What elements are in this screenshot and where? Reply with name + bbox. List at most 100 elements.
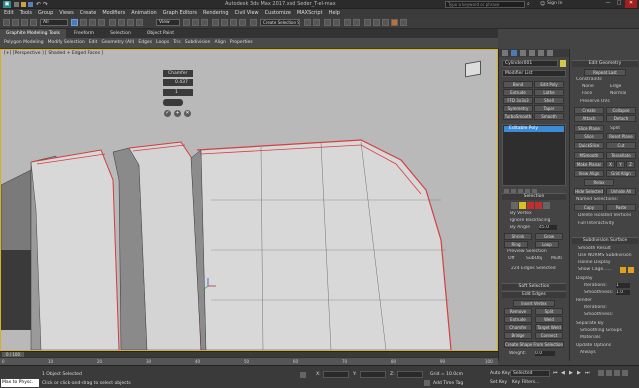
model-geometry[interactable] — [1, 50, 498, 351]
vertex-mode-icon[interactable] — [511, 202, 518, 209]
constraint-edge-radio[interactable]: Edge — [610, 84, 621, 89]
edit-poly-button[interactable]: Edit Poly — [534, 81, 564, 88]
turbosmooth-button[interactable]: TurboSmooth — [503, 113, 533, 120]
previous-frame-icon[interactable]: ◀ — [561, 370, 565, 376]
create-tab-icon[interactable] — [502, 50, 508, 56]
bend-button[interactable]: Bend — [503, 81, 533, 88]
panel-edges[interactable]: Edges — [138, 38, 152, 48]
grow-button[interactable]: Grow — [535, 233, 563, 240]
app-logo-icon[interactable]: ▣ — [3, 1, 11, 8]
soft-selection-rollout-header[interactable]: Soft Selection — [502, 283, 566, 290]
taper-button[interactable]: Taper — [534, 105, 564, 112]
key-filters-button[interactable]: Key Filters... — [512, 380, 539, 385]
time-tag-icon[interactable] — [424, 380, 430, 386]
panel-tris[interactable]: Tris — [173, 38, 181, 48]
full-interactivity-checkbox[interactable]: Full Interactivity — [578, 221, 614, 226]
cage-color-swatch-1[interactable] — [620, 267, 626, 273]
unhide-all-button[interactable]: Unhide All — [606, 188, 636, 195]
smooth-button[interactable]: Smooth — [534, 113, 564, 120]
slice-plane-button[interactable]: Slice Plane — [574, 125, 604, 132]
ring-button[interactable]: Ring — [504, 241, 528, 248]
planar-y-button[interactable]: Y — [616, 161, 625, 168]
undo-tool-icon[interactable] — [3, 19, 10, 26]
save-icon[interactable] — [28, 2, 33, 7]
collapse-button[interactable]: Collapse — [606, 107, 636, 114]
bind-icon[interactable] — [30, 19, 37, 26]
add-time-tag[interactable]: Add Time Tag — [433, 381, 463, 386]
apply-icon[interactable]: + — [174, 110, 181, 117]
rotate-icon[interactable] — [118, 19, 125, 26]
chamfer-amount-field[interactable]: 0.437 — [163, 79, 193, 86]
keyboard-shortcut-icon[interactable] — [201, 19, 208, 26]
orbit-icon[interactable] — [614, 370, 620, 376]
material-editor-icon[interactable] — [364, 19, 371, 26]
detach-button[interactable]: Detach — [606, 115, 636, 122]
reset-plane-button[interactable]: Reset Plane — [606, 133, 636, 140]
view-align-button[interactable]: View Align — [574, 170, 604, 177]
link-icon[interactable] — [12, 19, 19, 26]
tab-selection[interactable]: Selection — [102, 29, 139, 38]
cage-color-swatch-2[interactable] — [628, 267, 634, 273]
track-bar[interactable]: 0 10 20 30 40 50 60 70 80 90 100 — [0, 357, 498, 365]
ignore-backfacing-checkbox[interactable]: Ignore Backfacing — [510, 218, 550, 223]
utilities-tab-icon[interactable] — [547, 50, 553, 56]
show-cage-checkbox[interactable]: Show Cage...... — [578, 267, 612, 272]
ok-icon[interactable]: ✓ — [164, 110, 171, 117]
next-frame-icon[interactable]: ▶ — [577, 370, 581, 376]
set-key-button[interactable]: Set Key — [490, 380, 507, 385]
selection-rollout-header[interactable]: Selection — [502, 193, 566, 200]
panel-modify-selection[interactable]: Modify Selection — [48, 38, 85, 48]
object-color-swatch[interactable] — [560, 60, 566, 67]
curve-editor-icon[interactable] — [344, 19, 351, 26]
tab-freeform[interactable]: Freeform — [66, 29, 102, 38]
z-field[interactable] — [397, 371, 423, 378]
smoothing-groups-checkbox[interactable]: Smoothing Groups — [580, 328, 622, 333]
open-icon[interactable] — [21, 2, 26, 7]
iterations-field[interactable]: 1 — [616, 283, 630, 288]
by-vertex-checkbox[interactable]: By Vertex — [510, 211, 532, 216]
viewcube-icon[interactable] — [465, 60, 481, 78]
menu-modifiers[interactable]: Modifiers — [102, 9, 125, 17]
panel-geometry-all[interactable]: Geometry (All) — [101, 38, 134, 48]
menu-rendering[interactable]: Rendering — [203, 9, 229, 17]
schematic-view-icon[interactable] — [353, 19, 360, 26]
edit-geometry-rollout-header[interactable]: Edit Geometry — [572, 60, 638, 67]
angle-field[interactable]: 45.0 — [539, 225, 557, 230]
copy-button[interactable]: Copy — [574, 204, 604, 211]
modifier-list-dropdown[interactable]: Modifier List — [502, 70, 566, 77]
rendered-frame-icon[interactable] — [382, 19, 389, 26]
place-icon[interactable] — [136, 19, 143, 26]
reference-coordinate-dropdown[interactable]: View — [156, 19, 180, 26]
menu-customize[interactable]: Customize — [265, 9, 291, 17]
pivot-icon[interactable] — [183, 19, 190, 26]
extrude-mod-button[interactable]: Extrude — [503, 89, 533, 96]
loop-button[interactable]: Loop — [535, 241, 559, 248]
close-button[interactable]: ✕ — [625, 0, 637, 8]
chamfer-segments-field[interactable]: 1 — [163, 89, 193, 96]
panel-properties[interactable]: Properties — [230, 38, 253, 48]
by-angle-checkbox[interactable]: By Angle — [510, 225, 530, 230]
paste-button[interactable]: Paste — [606, 204, 636, 211]
repeat-last-button[interactable]: Repeat Last — [584, 69, 626, 76]
panel-edit[interactable]: Edit — [89, 38, 98, 48]
weight-field[interactable]: 0.0 — [535, 351, 555, 356]
polygon-mode-icon[interactable] — [535, 202, 542, 209]
chamfer-button[interactable]: Chamfer — [504, 324, 532, 331]
mirror-icon[interactable] — [304, 19, 311, 26]
rect-selection-icon[interactable] — [89, 19, 96, 26]
pan-icon[interactable] — [606, 370, 612, 376]
update-always-radio[interactable]: Always — [580, 350, 596, 355]
grid-align-button[interactable]: Grid Align — [606, 170, 636, 177]
menu-tools[interactable]: Tools — [20, 9, 32, 17]
element-mode-icon[interactable] — [543, 202, 550, 209]
remove-button[interactable]: Remove — [504, 308, 532, 315]
menu-views[interactable]: Views — [59, 9, 73, 17]
panel-polygon-modeling[interactable]: Polygon Modeling — [4, 38, 44, 48]
edge-mode-icon[interactable] — [519, 202, 526, 209]
lock-selection-icon[interactable] — [300, 372, 306, 378]
cancel-icon[interactable]: ✕ — [184, 110, 191, 117]
menu-graph-editors[interactable]: Graph Editors — [163, 9, 197, 17]
maxscript-listener[interactable]: Max to Physc. — [1, 379, 39, 387]
maximize-button[interactable]: □ — [614, 0, 624, 8]
bridge-button[interactable]: Bridge — [504, 332, 532, 339]
